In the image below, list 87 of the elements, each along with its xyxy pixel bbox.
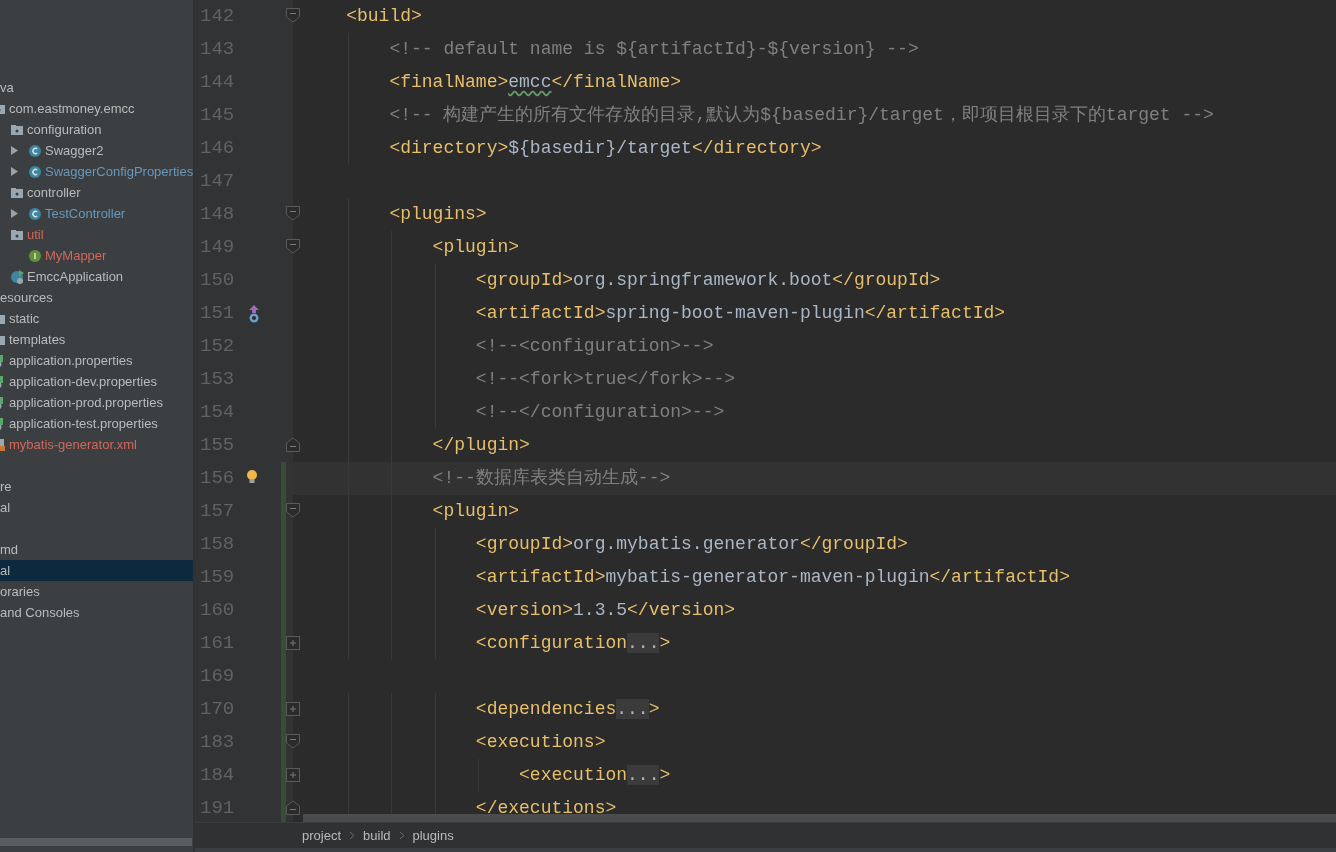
expand-fold-icon[interactable]: [286, 701, 300, 717]
code-line: <dependencies...>: [474, 698, 660, 721]
tree-item[interactable]: and Consoles: [0, 602, 193, 623]
interface-icon: [28, 248, 42, 263]
tree-item[interactable]: esources: [0, 287, 193, 308]
tree-item[interactable]: templates: [0, 329, 193, 350]
tree-item[interactable]: TestController: [0, 203, 193, 224]
code-line: <execution...>: [518, 764, 671, 787]
properties-icon: [0, 374, 6, 389]
tree-item[interactable]: mybatis-generator.xml: [0, 434, 193, 455]
properties-icon: [0, 395, 6, 410]
tree-item[interactable]: application-test.properties: [0, 413, 193, 434]
code-comment: <!--数据库表类自动生成-->: [431, 467, 671, 490]
code-line: <configuration...>: [474, 632, 671, 655]
class-icon: [28, 164, 42, 179]
code-line: <finalName>emcc</finalName>: [388, 71, 682, 94]
code-line: </plugin>: [431, 434, 530, 457]
chevron-icon: [398, 831, 405, 840]
chevron-icon: [349, 831, 356, 840]
tree-item[interactable]: com.eastmoney.emcc: [0, 98, 193, 119]
tree-item[interactable]: util: [0, 224, 193, 245]
fold-marker-icon[interactable]: [286, 734, 300, 750]
fold-marker-icon[interactable]: [286, 206, 300, 222]
fold-marker-icon[interactable]: [286, 800, 300, 816]
tree-item[interactable]: re: [0, 476, 193, 497]
properties-icon: [0, 353, 6, 368]
tree-item[interactable]: EmccApplication: [0, 266, 193, 287]
fold-marker-icon[interactable]: [286, 239, 300, 255]
tree-item[interactable]: Swagger2: [0, 140, 193, 161]
code-line: <plugins>: [388, 203, 487, 226]
tree-item[interactable]: va: [0, 77, 193, 98]
xml-file-icon: [0, 437, 6, 452]
tree-item-label: MyMapper: [45, 246, 107, 265]
code-line: <groupId>org.springframework.boot</groupId>: [474, 269, 941, 292]
tree-item[interactable]: md: [0, 539, 193, 560]
scrollbar[interactable]: [0, 838, 192, 846]
code-line: <build>: [345, 5, 422, 28]
expand-fold-icon[interactable]: [286, 635, 300, 651]
tree-item[interactable]: application-prod.properties: [0, 392, 193, 413]
code-comment: <!--</configuration>-->: [474, 401, 725, 424]
tree-item[interactable]: SwaggerConfigProperties: [0, 161, 193, 182]
package-icon: [10, 185, 24, 200]
expand-arrow-icon[interactable]: [10, 209, 18, 218]
properties-icon: [0, 416, 6, 431]
code-line: <artifactId>mybatis-generator-maven-plugin</artifactId>: [474, 566, 1070, 589]
breadcrumb[interactable]: build: [363, 825, 391, 846]
code-line: <plugin>: [431, 236, 520, 259]
tree-item[interactable]: configuration: [0, 119, 193, 140]
code-line: <groupId>org.mybatis.generator</groupId>: [474, 533, 908, 556]
code-comment: <!--<fork>true</fork>-->: [474, 368, 736, 391]
code-line: <plugin>: [431, 500, 520, 523]
expand-arrow-icon[interactable]: [10, 146, 18, 155]
tree-item-label: mybatis-generator.xml: [9, 435, 137, 454]
breadcrumb[interactable]: plugins: [412, 825, 454, 846]
code-comment: <!-- default name is ${artifactId}-${version} -->: [388, 38, 919, 61]
code-comment: <!-- 构建产生的所有文件存放的目录,默认为${basedir}/target，即项目根目录下的target -->: [388, 104, 1214, 127]
tree-item[interactable]: application-dev.properties: [0, 371, 193, 392]
code-line: <executions>: [474, 731, 606, 754]
breadcrumb[interactable]: project: [302, 825, 342, 846]
code-comment: <!--<configuration>-->: [474, 335, 714, 358]
tree-item-label: SwaggerConfigProperties: [45, 162, 193, 181]
tree-item-label: TestController: [45, 204, 126, 223]
package-icon: [10, 122, 24, 137]
tree-item[interactable]: static: [0, 308, 193, 329]
class-icon: [28, 143, 42, 158]
tree-item[interactable]: controller: [0, 182, 193, 203]
code-line: <version>1.3.5</version>: [474, 599, 736, 622]
tree-item[interactable]: MyMapper: [0, 245, 193, 266]
class-icon: [28, 206, 42, 221]
scrollbar[interactable]: [303, 814, 1336, 822]
expand-fold-icon[interactable]: [286, 767, 300, 783]
code-line: <artifactId>spring-boot-maven-plugin</artifactId>: [474, 302, 1006, 325]
fold-marker-icon[interactable]: [286, 437, 300, 453]
tree-item[interactable]: al: [0, 497, 193, 518]
fold-marker-icon[interactable]: [286, 8, 300, 24]
code-line: <directory>${basedir}/target</directory>: [388, 137, 822, 160]
change-marker[interactable]: [281, 792, 286, 822]
code-line: </executions>: [474, 797, 617, 820]
application-icon: [10, 269, 24, 284]
tree-item[interactable]: application.properties: [0, 350, 193, 371]
fold-marker-icon[interactable]: [286, 503, 300, 519]
tree-item[interactable]: oraries: [0, 581, 193, 602]
expand-arrow-icon[interactable]: [10, 167, 18, 176]
tree-item[interactable]: al: [0, 560, 193, 581]
package-icon: [10, 227, 24, 242]
tree-item-label: util: [27, 225, 44, 244]
change-marker[interactable]: [281, 462, 286, 495]
